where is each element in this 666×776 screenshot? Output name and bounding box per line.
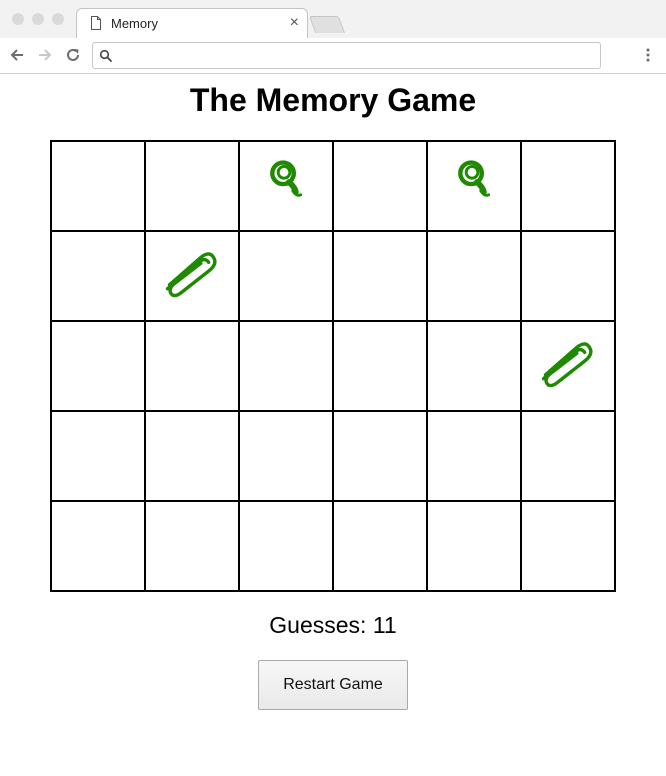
memory-card-revealed[interactable]: [146, 232, 240, 322]
kebab-menu-icon[interactable]: [642, 46, 654, 64]
memory-card[interactable]: [522, 412, 616, 502]
address-bar[interactable]: [92, 42, 601, 69]
guesses-counter: Guesses: 11: [269, 612, 397, 638]
memory-card[interactable]: [522, 232, 616, 322]
memory-card[interactable]: [428, 502, 522, 592]
memory-card[interactable]: [52, 322, 146, 412]
page-title: The Memory Game: [189, 82, 477, 118]
new-tab-button[interactable]: [308, 16, 346, 33]
memory-card-revealed[interactable]: [522, 322, 616, 412]
memory-card[interactable]: [52, 502, 146, 592]
memory-card[interactable]: [334, 502, 428, 592]
memory-card[interactable]: [334, 322, 428, 412]
window-minimize-button[interactable]: [32, 13, 44, 25]
browser-tab-memory[interactable]: Memory ×: [76, 8, 308, 38]
memory-card[interactable]: [240, 232, 334, 322]
tab-close-button[interactable]: ×: [290, 13, 299, 33]
browser-tab-bar: Memory ×: [0, 0, 666, 38]
window-maximize-button[interactable]: [52, 13, 64, 25]
memory-card[interactable]: [428, 322, 522, 412]
memory-card[interactable]: [522, 502, 616, 592]
memory-card[interactable]: [52, 412, 146, 502]
memory-card[interactable]: [52, 142, 146, 232]
memory-card[interactable]: [334, 232, 428, 322]
memory-card[interactable]: [334, 142, 428, 232]
document-icon: [91, 16, 101, 30]
memory-card-revealed[interactable]: [240, 142, 334, 232]
memory-card[interactable]: [52, 232, 146, 322]
memory-card[interactable]: [240, 412, 334, 502]
window-close-button[interactable]: [12, 13, 24, 25]
memory-card[interactable]: [146, 502, 240, 592]
restart-game-button[interactable]: Restart Game: [258, 660, 408, 710]
memory-card[interactable]: [146, 412, 240, 502]
search-icon: [99, 49, 113, 63]
address-input[interactable]: [119, 46, 593, 67]
game-board: [50, 140, 616, 592]
reload-icon[interactable]: [64, 46, 82, 64]
arrow-right-icon[interactable]: [36, 46, 54, 64]
memory-card-revealed[interactable]: [428, 142, 522, 232]
memory-card[interactable]: [146, 142, 240, 232]
tab-title: Memory: [111, 16, 158, 31]
memory-card[interactable]: [522, 142, 616, 232]
arrow-left-icon[interactable]: [8, 46, 26, 64]
memory-card[interactable]: [240, 502, 334, 592]
memory-card[interactable]: [428, 412, 522, 502]
memory-card[interactable]: [240, 322, 334, 412]
memory-card[interactable]: [334, 412, 428, 502]
browser-toolbar: [0, 38, 666, 74]
memory-card[interactable]: [146, 322, 240, 412]
memory-card[interactable]: [428, 232, 522, 322]
